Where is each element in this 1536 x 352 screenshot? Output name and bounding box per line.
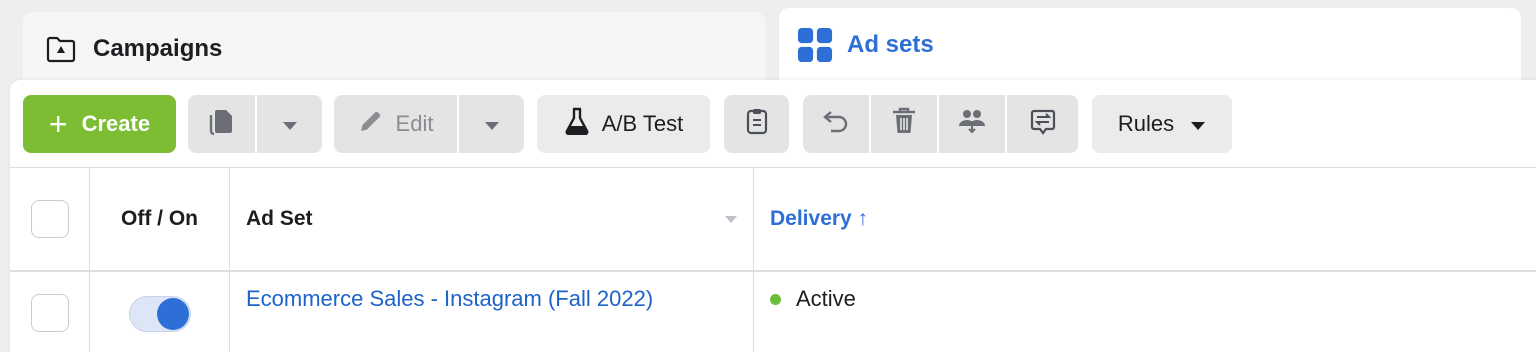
caret-down-icon — [282, 111, 298, 137]
caret-down-icon — [1190, 111, 1206, 137]
header-delivery-cell[interactable]: Delivery ↑ — [754, 168, 1536, 270]
plus-icon: + — [48, 106, 68, 142]
adsets-table: Off / On Ad Set Delivery ↑ Ecommerce Sal… — [10, 167, 1536, 352]
undo-button[interactable] — [803, 95, 869, 153]
rules-button[interactable]: Rules — [1092, 95, 1232, 153]
sort-caret-icon[interactable] — [725, 216, 737, 223]
header-adset-cell[interactable]: Ad Set — [230, 168, 754, 270]
table-row[interactable]: Ecommerce Sales - Instagram (Fall 2022) … — [10, 270, 1536, 352]
row-name-cell: Ecommerce Sales - Instagram (Fall 2022) — [230, 272, 754, 352]
header-adset-label: Ad Set — [246, 207, 313, 230]
header-toggle-label: Off / On — [121, 207, 198, 230]
folder-icon — [43, 30, 79, 68]
delivery-status: Active — [770, 286, 856, 312]
grid-icon — [797, 26, 833, 64]
ab-test-label: A/B Test — [601, 111, 684, 136]
ab-test-button[interactable]: A/B Test — [537, 95, 710, 153]
create-button[interactable]: + Create — [23, 95, 176, 153]
header-toggle-cell: Off / On — [90, 168, 230, 270]
caret-down-icon — [484, 111, 500, 137]
compare-icon — [1029, 107, 1057, 141]
flask-icon — [564, 107, 590, 141]
duplicate-group — [188, 95, 322, 153]
rules-label: Rules — [1117, 111, 1175, 136]
select-all-checkbox[interactable] — [30, 200, 69, 238]
row-toggle-cell — [90, 272, 230, 352]
delivery-status-label: Active — [796, 286, 856, 311]
header-select-cell — [10, 168, 90, 270]
compare-button[interactable] — [1007, 95, 1078, 153]
duplicate-icon — [207, 106, 237, 142]
edit-group: Edit — [334, 95, 524, 153]
table-header-row: Off / On Ad Set Delivery ↑ — [10, 167, 1536, 270]
clipboard-button[interactable] — [724, 95, 789, 153]
duplicate-dropdown-button[interactable] — [257, 95, 322, 153]
undo-icon — [822, 109, 850, 139]
row-delivery-cell: Active — [754, 272, 1536, 352]
adset-toggle[interactable] — [128, 296, 191, 332]
trash-icon — [892, 107, 916, 141]
status-dot-icon — [770, 293, 781, 305]
create-label: Create — [81, 111, 151, 136]
tab-campaigns-label: Campaigns — [93, 35, 223, 62]
clipboard-icon — [745, 107, 769, 141]
row-select-cell — [10, 272, 90, 352]
edit-label: Edit — [395, 111, 434, 136]
actions-group — [803, 95, 1078, 153]
edit-dropdown-button[interactable] — [459, 95, 524, 153]
row-checkbox[interactable] — [30, 294, 69, 332]
tab-adsets-label: Ad sets — [847, 31, 934, 58]
duplicate-button[interactable] — [188, 95, 255, 153]
adsets-panel: + Create Edit A/B Test Rules Off / On Ad… — [10, 80, 1536, 352]
edit-button[interactable]: Edit — [334, 95, 457, 153]
toolbar: + Create Edit A/B Test Rules — [23, 95, 1232, 153]
adset-name-link[interactable]: Ecommerce Sales - Instagram (Fall 2022) — [246, 286, 653, 312]
pencil-icon — [358, 108, 384, 140]
audience-button[interactable] — [939, 95, 1005, 153]
people-icon — [958, 108, 986, 140]
toggle-knob — [156, 298, 189, 330]
header-delivery-label: Delivery ↑ — [770, 207, 869, 230]
delete-button[interactable] — [871, 95, 937, 153]
